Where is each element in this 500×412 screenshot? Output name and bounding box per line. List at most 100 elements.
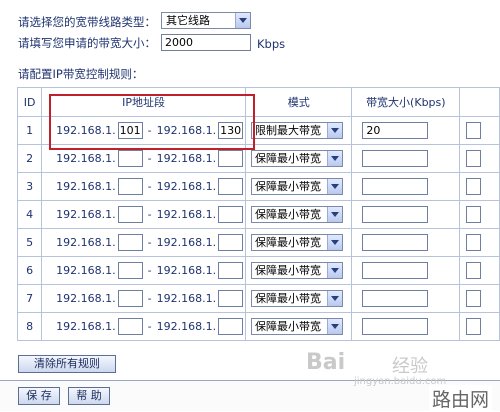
extra-input[interactable] [466, 150, 482, 167]
mode-select[interactable]: 保障最小带宽 [251, 206, 344, 223]
ip-end-input[interactable] [218, 150, 244, 167]
save-button[interactable]: 保 存 [18, 387, 60, 405]
ip-start-input[interactable] [117, 262, 143, 279]
mode-select[interactable]: 保障最小带宽 [251, 178, 344, 195]
bandwidth-label: 请填写您申请的带宽大小： [18, 36, 156, 50]
ip-prefix-start: 192.168.1. [56, 264, 116, 277]
bw-cell [351, 144, 461, 173]
ip-end-input[interactable] [218, 290, 244, 307]
bw-input[interactable]: 20 [362, 122, 429, 139]
col-mode-header: 模式 [245, 87, 353, 117]
bw-input[interactable] [362, 318, 429, 335]
range-dash: - [147, 292, 152, 305]
ip-prefix-start: 192.168.1. [56, 124, 116, 137]
bw-input[interactable] [362, 150, 429, 167]
extra-input[interactable] [466, 290, 482, 307]
mode-select[interactable]: 保障最小带宽 [251, 318, 344, 335]
row-id: 8 [16, 312, 43, 341]
row-id: 3 [16, 172, 43, 201]
extra-input[interactable] [466, 206, 482, 223]
table-header-row: ID IP地址段 模式 带宽大小(Kbps) [16, 87, 500, 117]
ip-start-input[interactable] [117, 318, 143, 335]
chevron-down-icon[interactable] [327, 179, 343, 194]
ip-end-input[interactable] [218, 262, 244, 279]
chevron-down-icon[interactable] [327, 319, 343, 334]
bw-input[interactable] [362, 290, 429, 307]
rules-label: 请配置IP带宽控制规则： [18, 67, 144, 81]
ip-prefix-end: 192.168.1. [156, 292, 217, 305]
ip-prefix-end: 192.168.1. [156, 152, 217, 165]
bw-cell [351, 228, 461, 257]
col-extra-header [459, 87, 500, 117]
ip-end-input[interactable] [218, 318, 244, 335]
ip-range-cell: 192.168.1. - 192.168.1. [41, 256, 247, 285]
mode-select[interactable]: 限制最大带宽 [251, 122, 344, 139]
watermark-text: 经验 [392, 356, 428, 377]
clear-all-rules-button[interactable]: 清除所有规则 [18, 355, 116, 373]
extra-input[interactable] [466, 318, 482, 335]
bw-input[interactable] [362, 206, 429, 223]
ip-end-input[interactable] [218, 234, 244, 251]
extra-cell [459, 228, 500, 257]
table-row: 3 192.168.1. - 192.168.1. 保障最小带宽 [16, 172, 500, 201]
chevron-down-icon[interactable] [327, 123, 343, 138]
ip-start-input[interactable] [117, 206, 143, 223]
ip-start-input[interactable] [117, 234, 143, 251]
extra-input[interactable] [466, 262, 482, 279]
bw-cell: 20 [351, 116, 461, 145]
mode-select[interactable]: 保障最小带宽 [251, 150, 344, 167]
watermark-logo: Bai [306, 350, 346, 375]
mode-cell: 保障最小带宽 [245, 228, 353, 257]
ip-range-cell: 192.168.1. - 192.168.1. [41, 172, 247, 201]
range-dash: - [147, 320, 152, 333]
mode-value: 保障最小带宽 [255, 236, 322, 249]
ip-end-input[interactable] [218, 206, 244, 223]
chevron-down-icon[interactable] [327, 207, 343, 222]
col-bw-header: 带宽大小(Kbps) [351, 87, 461, 117]
extra-input[interactable] [466, 234, 482, 251]
range-dash: - [147, 208, 152, 221]
chevron-down-icon[interactable] [327, 291, 343, 306]
bandwidth-input[interactable]: 2000 [161, 34, 251, 51]
row-id: 2 [16, 144, 43, 173]
mode-value: 保障最小带宽 [255, 180, 322, 193]
ip-range-cell: 192.168.1. - 192.168.1. [41, 284, 247, 313]
row-id: 6 [16, 256, 43, 285]
range-dash: - [147, 124, 152, 137]
ip-prefix-end: 192.168.1. [156, 124, 217, 137]
mode-select[interactable]: 保障最小带宽 [251, 262, 344, 279]
extra-input[interactable] [466, 178, 482, 195]
ip-range-cell: 192.168.1. - 192.168.1. [41, 144, 247, 173]
ip-end-input[interactable]: 130 [218, 122, 244, 139]
line-type-label: 请选择您的宽带线路类型： [18, 15, 156, 29]
ip-range-cell: 192.168.1. 101 - 192.168.1. 130 [41, 116, 247, 145]
line-type-select[interactable]: 其它线路 [161, 12, 251, 29]
ip-prefix-start: 192.168.1. [56, 152, 116, 165]
mode-select[interactable]: 保障最小带宽 [251, 234, 344, 251]
chevron-down-icon[interactable] [327, 151, 343, 166]
range-dash: - [147, 264, 152, 277]
extra-cell [459, 256, 500, 285]
ip-start-input[interactable] [117, 290, 143, 307]
bw-input[interactable] [362, 234, 429, 251]
ip-start-input[interactable]: 101 [117, 122, 143, 139]
help-button[interactable]: 帮 助 [68, 387, 110, 405]
ip-end-input[interactable] [218, 178, 244, 195]
chevron-down-icon[interactable] [235, 13, 250, 28]
mode-value: 保障最小带宽 [255, 320, 322, 333]
bw-input[interactable] [362, 262, 429, 279]
mode-select[interactable]: 保障最小带宽 [251, 290, 344, 307]
ip-prefix-start: 192.168.1. [56, 292, 116, 305]
mode-value: 限制最大带宽 [255, 124, 322, 137]
chevron-down-icon[interactable] [327, 235, 343, 250]
ip-prefix-start: 192.168.1. [56, 180, 116, 193]
chevron-down-icon[interactable] [327, 263, 343, 278]
ip-start-input[interactable] [117, 150, 143, 167]
table-row: 8 192.168.1. - 192.168.1. 保障最小带宽 [16, 312, 500, 341]
extra-input[interactable] [466, 122, 482, 139]
ip-prefix-end: 192.168.1. [156, 236, 217, 249]
bw-input[interactable] [362, 178, 429, 195]
rules-table: ID IP地址段 模式 带宽大小(Kbps) 1 192.168.1. 101 … [16, 87, 500, 341]
ip-start-input[interactable] [117, 178, 143, 195]
bw-cell [351, 312, 461, 341]
